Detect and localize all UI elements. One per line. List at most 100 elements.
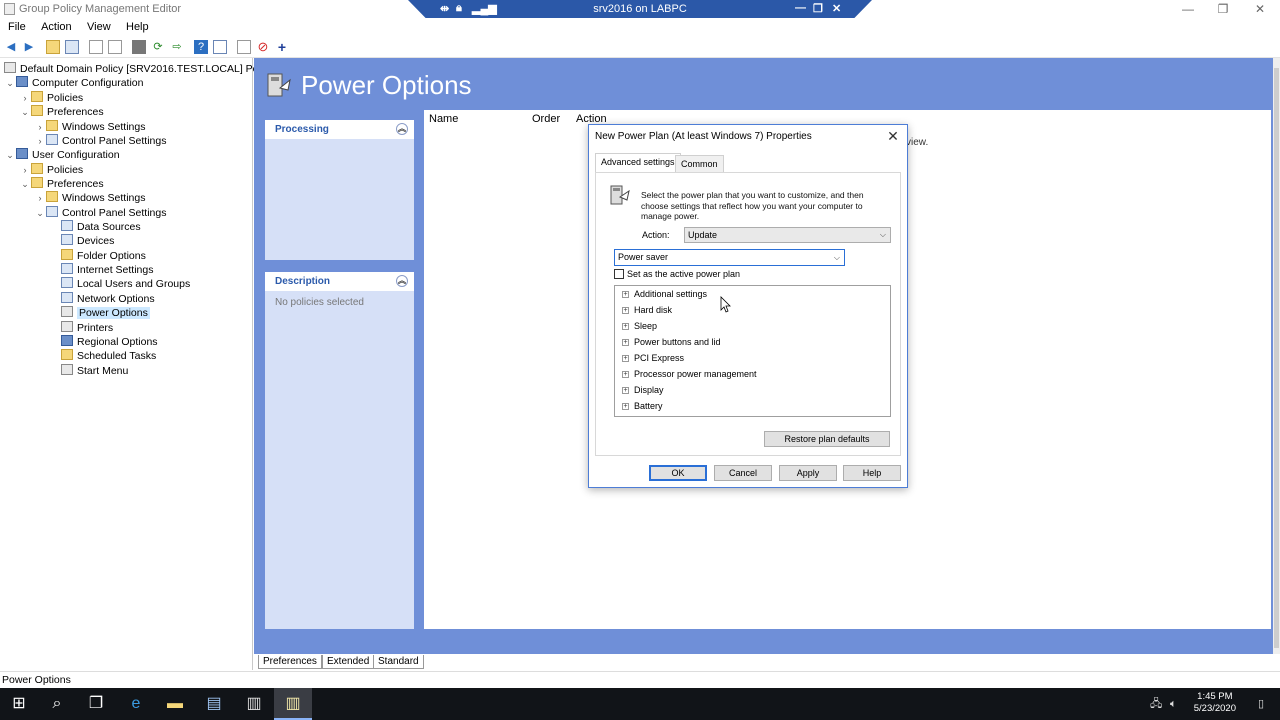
expand-icon[interactable]: +	[622, 355, 629, 362]
collapse-icon[interactable]: ︽	[396, 123, 408, 135]
start-icon[interactable]: ⊞	[0, 688, 38, 720]
menu-view[interactable]: View	[75, 18, 111, 33]
search-icon[interactable]: ⌕	[38, 688, 76, 720]
tree-cc-policies[interactable]: › Policies	[19, 91, 83, 105]
cancel-button[interactable]: Cancel	[714, 465, 772, 481]
tree-item-start-menu[interactable]: Start Menu	[61, 364, 128, 378]
add-icon[interactable]: +	[275, 40, 289, 54]
tree-item-internet-settings[interactable]: Internet Settings	[61, 263, 153, 277]
stop-icon[interactable]: ⊘	[256, 40, 270, 54]
setting-display[interactable]: + Display	[622, 383, 664, 397]
tab-advanced-settings[interactable]: Advanced settings	[595, 153, 681, 172]
chevron-right-icon[interactable]: ›	[34, 120, 46, 134]
help-button[interactable]: Help	[843, 465, 901, 481]
tree-item-network-options[interactable]: Network Options	[61, 292, 155, 306]
tree-uc-policies[interactable]: › Policies	[19, 163, 83, 177]
tree-item-printers[interactable]: Printers	[61, 321, 113, 335]
expand-icon[interactable]: +	[622, 291, 629, 298]
tab-preferences[interactable]: Preferences	[258, 655, 322, 669]
setting-processor[interactable]: + Processor power management	[622, 367, 757, 381]
show-hide-tree-icon[interactable]	[65, 40, 79, 54]
column-header-order[interactable]: Order	[532, 113, 560, 125]
chevron-down-icon[interactable]: ⌄	[34, 206, 46, 220]
notifications-icon[interactable]: ▯	[1258, 688, 1264, 720]
rdp-close-icon[interactable]: ✕	[832, 2, 841, 15]
expand-icon[interactable]: +	[622, 403, 629, 410]
internet-explorer-icon[interactable]: e	[117, 688, 155, 720]
column-header-name[interactable]: Name	[429, 113, 458, 125]
tree-cc-preferences[interactable]: ⌄ Preferences	[19, 105, 104, 119]
tree-item-regional-options[interactable]: Regional Options	[61, 335, 158, 349]
chevron-right-icon[interactable]: ›	[34, 134, 46, 148]
tree-cc-control-panel[interactable]: › Control Panel Settings	[34, 134, 166, 148]
tree-item-power-options[interactable]: Power Options	[61, 306, 150, 320]
setting-power-buttons[interactable]: + Power buttons and lid	[622, 335, 721, 349]
power-plan-combo[interactable]: Power saver ⌵	[614, 249, 845, 266]
setting-hard-disk[interactable]: + Hard disk	[622, 303, 672, 317]
chevron-down-icon[interactable]: ⌄	[4, 76, 16, 90]
menu-file[interactable]: File	[0, 18, 26, 33]
restore-defaults-button[interactable]: Restore plan defaults	[764, 431, 890, 447]
menu-action[interactable]: Action	[29, 18, 72, 33]
back-icon[interactable]: ◀	[4, 40, 18, 54]
copy-icon[interactable]	[89, 40, 103, 54]
setting-battery[interactable]: + Battery	[622, 399, 663, 413]
tab-common[interactable]: Common	[675, 155, 724, 172]
ok-button[interactable]: OK	[649, 465, 707, 481]
tree-cc-windows-settings[interactable]: › Windows Settings	[34, 120, 145, 134]
chevron-right-icon[interactable]: ›	[19, 163, 31, 177]
tab-extended[interactable]: Extended	[322, 655, 375, 669]
chevron-down-icon[interactable]: ⌄	[19, 105, 31, 119]
new-item-icon[interactable]	[237, 40, 251, 54]
minimize-button[interactable]: —	[1178, 1, 1198, 17]
menu-help[interactable]: Help	[114, 18, 149, 33]
gp-editor-taskbar-icon[interactable]: ▥	[274, 688, 312, 720]
tree-root[interactable]: Default Domain Policy [SRV2016.TEST.LOCA…	[4, 62, 274, 76]
server-manager-icon[interactable]: ▤	[195, 688, 233, 720]
gpmc-icon[interactable]: ▥	[235, 688, 273, 720]
chevron-down-icon[interactable]: ⌄	[4, 148, 16, 162]
expand-icon[interactable]: +	[622, 371, 629, 378]
tree-uc-windows-settings[interactable]: › Windows Settings	[34, 191, 145, 205]
chevron-down-icon[interactable]: ⌄	[19, 177, 31, 191]
setting-pci-express[interactable]: + PCI Express	[622, 351, 684, 365]
up-folder-icon[interactable]	[46, 40, 60, 54]
chevron-right-icon[interactable]: ›	[19, 91, 31, 105]
active-plan-checkbox[interactable]	[614, 269, 624, 279]
rdp-restore-icon[interactable]: ❐	[813, 2, 823, 15]
tree-item-devices[interactable]: Devices	[61, 234, 114, 248]
tree-item-local-users[interactable]: Local Users and Groups	[61, 277, 190, 291]
forward-icon[interactable]: ▶	[22, 40, 36, 54]
tab-standard[interactable]: Standard	[373, 655, 424, 669]
tree-item-data-sources[interactable]: Data Sources	[61, 220, 141, 234]
expand-icon[interactable]: +	[622, 307, 629, 314]
expand-icon[interactable]: +	[622, 387, 629, 394]
collapse-icon[interactable]: ︽	[396, 275, 408, 287]
active-plan-checkbox-row[interactable]: Set as the active power plan	[614, 269, 740, 280]
tree-item-folder-options[interactable]: Folder Options	[61, 249, 146, 263]
help-icon[interactable]: ?	[194, 40, 208, 54]
rdp-minimize-icon[interactable]: —	[795, 2, 806, 14]
print-icon[interactable]	[132, 40, 146, 54]
tree-user-config[interactable]: ⌄ User Configuration	[4, 148, 120, 162]
network-icon[interactable]: 🖧︎	[1150, 688, 1162, 720]
export-icon[interactable]: ⇨	[170, 40, 184, 54]
paste-icon[interactable]	[108, 40, 122, 54]
file-explorer-icon[interactable]: ▬	[156, 688, 194, 720]
vertical-scrollbar[interactable]	[1273, 58, 1280, 654]
refresh-icon[interactable]: ⟳	[151, 40, 165, 54]
setting-additional[interactable]: + Additional settings	[622, 287, 707, 301]
chevron-right-icon[interactable]: ›	[34, 191, 46, 205]
tree-uc-control-panel[interactable]: ⌄ Control Panel Settings	[34, 206, 166, 220]
close-button[interactable]: ✕	[1250, 1, 1270, 17]
task-view-icon[interactable]: ❐	[77, 688, 115, 720]
setting-sleep[interactable]: + Sleep	[622, 319, 657, 333]
expand-icon[interactable]: +	[622, 339, 629, 346]
scrollbar-thumb[interactable]	[1274, 68, 1279, 648]
action-select[interactable]: Update ⌵	[684, 227, 891, 243]
tree-uc-preferences[interactable]: ⌄ Preferences	[19, 177, 104, 191]
tree-computer-config[interactable]: ⌄ Computer Configuration	[4, 76, 143, 90]
properties-icon[interactable]	[213, 40, 227, 54]
volume-icon[interactable]: 🔈︎	[1170, 688, 1177, 720]
apply-button[interactable]: Apply	[779, 465, 837, 481]
